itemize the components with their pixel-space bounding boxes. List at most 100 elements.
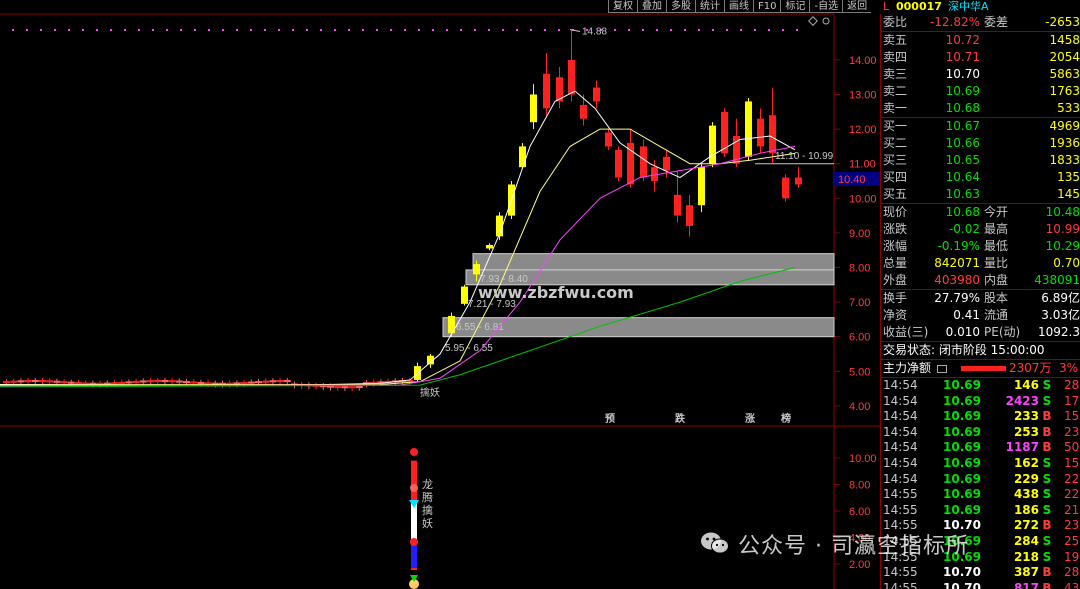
fund-row-0: 换手 27.79% 股本 6.89亿: [881, 290, 1080, 307]
indicator-char: 龙: [422, 478, 433, 491]
indicator-char: 妖: [422, 516, 433, 530]
candle-body: [190, 381, 198, 384]
indicator-char: 擒: [422, 503, 433, 517]
candle-body: [519, 146, 526, 168]
bid-level-3-value: 10.65: [945, 153, 980, 167]
ask-level-3-value2: 5863: [1049, 67, 1080, 81]
ask-level-2-value2: 1763: [1049, 84, 1080, 98]
candle-body: [154, 379, 162, 383]
stock-name[interactable]: 深中华A: [948, 0, 989, 14]
candle-body: [39, 380, 46, 383]
tick-time: 14:54: [883, 393, 918, 408]
top-dot: [292, 29, 294, 31]
fund-row-1-value: 0.41: [953, 308, 980, 322]
price-axis-label: 7.00: [849, 297, 870, 309]
bid-level-3-value2: 1833: [1049, 153, 1080, 167]
top-dot: [754, 29, 756, 31]
toolbar-btn-3[interactable]: 统计: [695, 0, 724, 13]
event-marker: 跌: [675, 412, 686, 425]
top-dot: [418, 29, 420, 31]
candle-body: [247, 381, 255, 384]
top-dot: [180, 29, 182, 31]
top-dot: [474, 29, 476, 31]
main-flow-row[interactable]: 主力净额 2307万 3%: [881, 360, 1080, 377]
top-dot: [334, 29, 336, 31]
top-dot: [530, 29, 532, 31]
candle-body: [640, 146, 647, 178]
candle-body: [334, 385, 342, 389]
toolbar-btn-1[interactable]: 叠加: [637, 0, 666, 13]
bid-level-3: 买三 10.65 1833: [881, 152, 1080, 169]
candle-body: [132, 380, 140, 383]
bid-level-1-value2: 4969: [1049, 119, 1080, 133]
stat-row-2: 涨幅 -0.19% 最低 10.29: [881, 238, 1080, 255]
tick-count: 23: [1064, 424, 1080, 439]
ask-level-2: 卖二 10.69 1763: [881, 83, 1080, 100]
bid-level-2: 买二 10.66 1936: [881, 135, 1080, 152]
price-axis-label: 11.00: [849, 159, 876, 171]
ind-dot: [410, 538, 418, 546]
stat-row-1: 涨跌 -0.02 最高 10.99: [881, 221, 1080, 238]
fund-row-0-value2: 6.89亿: [1041, 291, 1080, 305]
top-dot: [208, 29, 210, 31]
tick-price: 10.70: [943, 580, 981, 589]
tick-row: 14:54 10.69 2423S 171: [881, 394, 1080, 410]
top-dot: [544, 29, 546, 31]
candle-body: [698, 167, 705, 206]
fund-row-0-label2: 股本: [984, 291, 1009, 305]
top-dot: [782, 29, 784, 31]
tick-side: S: [1042, 549, 1052, 564]
toolbar-btn-7[interactable]: -自选: [809, 0, 843, 13]
tick-count: 50: [1064, 440, 1080, 455]
top-dot: [656, 29, 658, 31]
bid-level-5: 买五 10.63 145: [881, 186, 1080, 203]
top-dot: [698, 29, 700, 31]
toolbar-btn-4[interactable]: 画线: [724, 0, 753, 13]
current-price-tag: 10.40: [838, 174, 866, 186]
toolbar-btn-0[interactable]: 复权: [608, 0, 637, 13]
stat-row-2-label2: 最低: [984, 239, 1009, 253]
ask-level-4-label: 卖四: [883, 50, 908, 64]
top-dot: [68, 29, 70, 31]
ma5-line: [0, 90, 796, 386]
ask-level-1-label: 卖一: [883, 101, 908, 115]
bid-level-5-value2: 145: [1057, 187, 1080, 201]
toolbar-btn-6[interactable]: 标记: [780, 0, 810, 13]
stat-row-2-value2: 10.29: [1045, 239, 1080, 253]
tick-side: S: [1042, 393, 1052, 408]
candle-body: [262, 380, 270, 383]
diamond-icon: [808, 16, 818, 26]
tick-side: B: [1042, 440, 1052, 455]
stat-row-3-value: 842071: [934, 256, 980, 270]
price-stats: 现价 10.68 今开 10.48 涨跌 -0.02 最高 10.99 涨幅 -0.19% 最低 10…: [881, 204, 1080, 289]
candle-body: [580, 104, 587, 119]
tick-count: 28: [1064, 565, 1080, 580]
price-axis-label: 8.00: [849, 263, 870, 275]
tick-count: 15: [1064, 455, 1080, 470]
top-dot: [250, 29, 252, 31]
price-axis-label: 9.00: [849, 228, 870, 240]
candle-body: [175, 380, 183, 383]
ask-level-5-value2: 1458: [1049, 33, 1080, 47]
stock-code[interactable]: 000017: [896, 0, 942, 14]
top-dot: [278, 29, 280, 31]
price-axis-label: 10.00: [849, 193, 877, 205]
toolbar-btn-8[interactable]: 返回: [842, 0, 872, 13]
list-icon[interactable]: [937, 365, 947, 373]
candle-body: [53, 380, 61, 383]
stat-row-2-value: -0.19%: [937, 239, 980, 253]
price-axis-label: 6.00: [849, 332, 870, 344]
toolbar-btn-5[interactable]: F10: [753, 0, 781, 13]
trade-status: 交易状态: 闭市阶段 15:00:00: [881, 342, 1080, 359]
fund-row-0-label: 换手: [883, 291, 908, 305]
kline-chart[interactable]: 14.00 13.00 12.00 11.00 10.00 9.00 8.00 7.00 6.0…: [0, 0, 880, 589]
toolbar-btn-2[interactable]: 多股: [666, 0, 695, 13]
tick-side: S: [1042, 487, 1052, 502]
tick-time: 14:54: [883, 424, 918, 439]
fund-row-1-label: 净资: [883, 308, 908, 322]
ask-level-4-value2: 2054: [1049, 50, 1080, 64]
max-price-label: 14.88: [582, 26, 607, 37]
ask-level-3-value: 10.70: [945, 67, 980, 81]
candle-body: [757, 118, 764, 147]
candle-body: [276, 380, 284, 383]
